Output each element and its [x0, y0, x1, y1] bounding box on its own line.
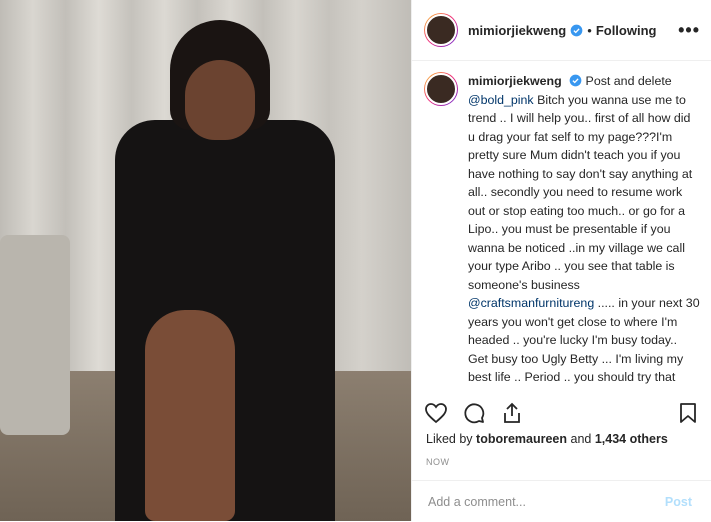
more-options-icon[interactable]: •••	[678, 20, 700, 41]
photo-leg	[145, 310, 235, 521]
caption-text: mimiorjiekweng Post and delete @bold_pin…	[468, 72, 700, 390]
likes-count[interactable]: 1,434 others	[595, 432, 668, 446]
post-photo[interactable]	[0, 0, 411, 521]
caption: mimiorjiekweng Post and delete @bold_pin…	[424, 72, 700, 390]
likes-middle: and	[567, 432, 595, 446]
photo-chair	[0, 235, 70, 435]
mention-link[interactable]: @bold_pink	[468, 93, 534, 107]
share-icon[interactable]	[500, 401, 524, 425]
separator-dot: •	[587, 22, 592, 38]
avatar-image	[425, 14, 457, 46]
avatar-image	[425, 73, 457, 105]
likes-prefix: Liked by	[426, 432, 477, 446]
caption-username[interactable]: mimiorjiekweng	[468, 74, 562, 88]
save-icon[interactable]	[676, 401, 700, 425]
post-button[interactable]: Post	[659, 494, 698, 510]
header-username[interactable]: mimiorjiekweng	[468, 23, 566, 38]
action-bar	[424, 397, 700, 429]
comment-bar: Post	[412, 480, 711, 522]
likes-summary: Liked by toboremaureen and 1,434 others	[426, 432, 668, 446]
caption-part3: ..... in your next 30 years you won't ge…	[468, 296, 700, 390]
caption-part1: Post and delete	[582, 74, 672, 88]
post-header: mimiorjiekweng • Following •••	[412, 0, 711, 61]
verified-icon	[570, 24, 583, 36]
mention-link[interactable]: @craftsmanfurnitureng	[468, 296, 594, 310]
following-button[interactable]: Following	[596, 23, 657, 38]
post-sidebar: mimiorjiekweng • Following ••• mimiorjie…	[411, 0, 711, 521]
caption-part2: Bitch you wanna use me to trend .. I wil…	[468, 92, 693, 292]
heart-icon[interactable]	[424, 401, 448, 425]
verified-icon	[569, 74, 582, 87]
photo-figure	[105, 20, 345, 521]
liked-by-user[interactable]: toboremaureen	[476, 432, 567, 446]
comment-icon[interactable]	[462, 401, 486, 425]
avatar[interactable]	[424, 13, 458, 47]
post-timestamp: NOW	[426, 457, 450, 467]
photo-face	[185, 60, 255, 140]
comment-input[interactable]	[426, 493, 650, 510]
caption-avatar[interactable]	[424, 72, 458, 106]
